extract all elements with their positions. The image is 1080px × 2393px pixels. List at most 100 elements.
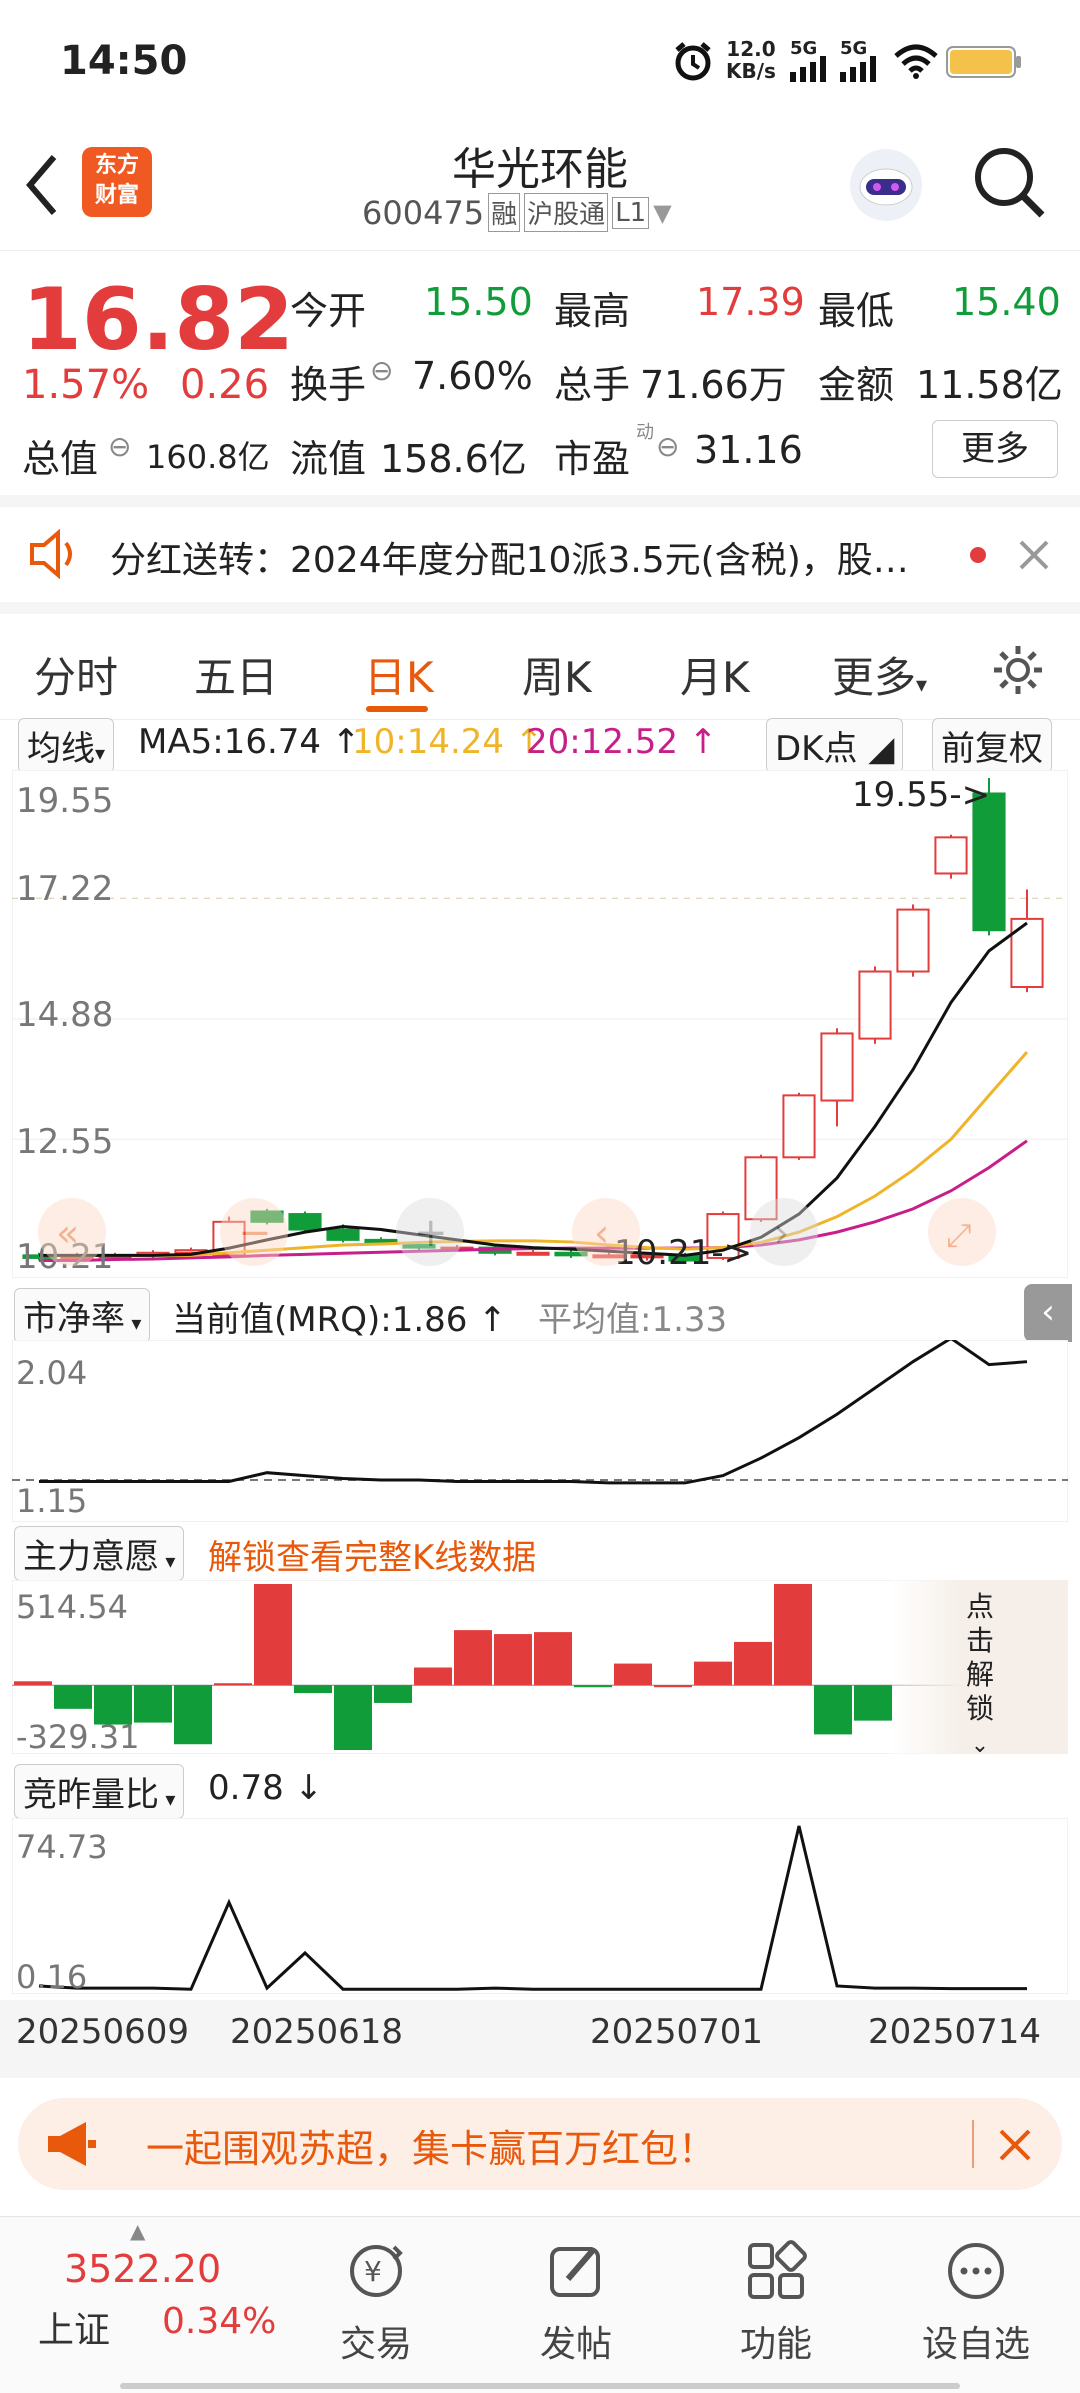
y-tick-label: 0.16 (16, 1958, 87, 1994)
flow-bar (414, 1667, 452, 1686)
volratio-chart[interactable]: 74.73 0.16 (12, 1818, 1068, 1994)
y-tick-label: 2.04 (16, 1354, 87, 1392)
open-label: 今开 (290, 289, 367, 333)
chevron-down-icon: ⌄ (970, 1733, 990, 1758)
y-tick-label: 14.88 (16, 995, 113, 1035)
amount-value: 11.58亿 (916, 363, 1063, 407)
megaphone-icon (48, 2122, 96, 2166)
divider (972, 2120, 974, 2168)
unread-dot (970, 547, 986, 563)
y-tick-label: 514.54 (16, 1588, 128, 1626)
flow-bar (574, 1685, 612, 1688)
nav-function[interactable]: 功能 (706, 2239, 846, 2367)
tab-five-day[interactable]: 五日 (194, 644, 278, 705)
ma20-value: 20:12.52 ↑ (526, 722, 718, 762)
ma5-value: MA5:16.74 ↑ (138, 722, 361, 762)
close-icon[interactable] (1018, 539, 1050, 571)
pb-indicator-select[interactable]: 市净率 ▾ (14, 1288, 151, 1343)
chevron-down-icon: ▼ (653, 198, 672, 227)
period-tabs: 分时 五日 日K 周K 月K 更多▾ (0, 602, 1080, 720)
flow-header: 主力意愿 ▾ 解锁查看完整K线数据 (14, 1526, 1074, 1581)
nav-trade[interactable]: ¥ 交易 (306, 2239, 446, 2367)
signal-icon-2 (840, 56, 876, 82)
nav-post-label: 发帖 (539, 2324, 612, 2365)
alarm-icon (675, 42, 711, 81)
change-pct: 1.57% (22, 362, 150, 408)
candle (858, 970, 892, 1040)
nav-watchlist-label: 设自选 (921, 2324, 1030, 2365)
svg-text:«: « (56, 1211, 79, 1255)
quote-panel: 16.82 1.57% 0.26 今开 15.50 最高 17.39 最低 15… (0, 250, 1080, 507)
margin-badge: 融 (488, 193, 521, 232)
search-icon[interactable] (972, 145, 1048, 221)
flow-bar (374, 1685, 412, 1703)
gear-icon[interactable] (990, 642, 1046, 698)
index-change: 0.34% (162, 2301, 277, 2342)
flow-bar (734, 1641, 772, 1686)
svg-text:+: + (414, 1210, 448, 1256)
low-label: 最低 (818, 289, 895, 333)
flow-bar (814, 1685, 852, 1735)
svg-text:−: − (238, 1210, 272, 1256)
robot-assistant-icon[interactable] (846, 145, 926, 225)
notice-bar[interactable]: 分红送转：2024年度分配10派3.5元(含税)，股… (0, 507, 1080, 602)
tab-weekly-k[interactable]: 周K (522, 644, 592, 705)
more-dots-icon (948, 2243, 1004, 2299)
y-tick-label: 74.73 (16, 1828, 108, 1866)
flow-bar (214, 1683, 252, 1686)
promo-banner[interactable]: 一起围观苏超，集卡赢百万红包！ (18, 2098, 1062, 2190)
volume-label: 总手 (554, 363, 631, 407)
nav-watchlist[interactable]: 设自选 (906, 2239, 1046, 2367)
dk-point-select[interactable]: DK点 ◢ (766, 718, 904, 773)
chevron-up-icon: ▲ (130, 2219, 146, 2243)
y-tick-label: 19.55 (16, 781, 113, 821)
pb-chart[interactable]: 2.04 1.15 (12, 1340, 1068, 1522)
flow-indicator-select[interactable]: 主力意愿 ▾ (14, 1526, 185, 1581)
stock-code-row[interactable]: 600475 融 沪股通 L1 ▼ (362, 193, 672, 232)
tab-more[interactable]: 更多▾ (832, 644, 927, 705)
tab-monthly-k[interactable]: 月K (680, 644, 750, 705)
high-marker: 19.55-> (852, 775, 990, 815)
pe-value: 31.16 (694, 428, 803, 472)
more-button[interactable]: 更多 (932, 420, 1058, 478)
unlock-link[interactable]: 解锁查看完整K线数据 (208, 1530, 536, 1579)
y-tick-label: -329.31 (16, 1718, 140, 1754)
change-amount: 0.26 (180, 362, 270, 408)
status-bar: 14:50 12.0 KB/s 5G 5G (0, 0, 1080, 125)
date-axis: 20250609 20250618 20250701 20250714 (0, 2000, 1080, 2078)
svg-text:‹: ‹ (594, 1211, 609, 1255)
edit-icon (550, 2247, 600, 2297)
close-icon[interactable] (998, 2128, 1032, 2162)
candle (782, 1094, 816, 1159)
flow-bar (614, 1663, 652, 1686)
volratio-value: 0.78 ↓ (208, 1768, 323, 1808)
kline-chart[interactable]: 19.55 17.22 14.88 12.55 10.21 19.55-> 10… (12, 770, 1068, 1278)
flow-bar (134, 1685, 172, 1723)
svg-text:›: › (774, 1211, 789, 1255)
level-badge: L1 (612, 196, 650, 229)
volume-value: 71.66万 (640, 363, 787, 407)
flow-bar (654, 1685, 692, 1688)
info-icon[interactable]: ⊖ (108, 430, 131, 463)
nav-post[interactable]: 发帖 (506, 2239, 646, 2367)
tab-daily-k[interactable]: 日K (364, 644, 434, 705)
status-time: 14:50 (60, 38, 188, 84)
flow-bar (294, 1685, 332, 1694)
info-icon[interactable]: ⊖ (656, 430, 679, 463)
date-label: 20250714 (868, 2012, 1042, 2052)
volratio-indicator-select[interactable]: 竞昨量比 ▾ (14, 1764, 185, 1819)
info-icon[interactable]: ⊖ (370, 354, 393, 387)
notice-text: 分红送转：2024年度分配10派3.5元(含税)，股… (110, 540, 909, 581)
ma10-value: 10:14.24 ↑ (352, 722, 544, 762)
tab-indicator (366, 706, 428, 712)
tab-intraday[interactable]: 分时 (34, 644, 118, 705)
open-value: 15.50 (424, 280, 533, 324)
index-ticker[interactable]: ▲ 3522.20 上证 0.34% (0, 2217, 300, 2393)
unlock-side-panel[interactable]: 点击解锁 ⌄ (892, 1580, 1068, 1758)
adjust-select[interactable]: 前复权 (932, 718, 1052, 773)
indicator-select[interactable]: 均线▾ (18, 718, 115, 773)
grid-icon (748, 2240, 807, 2299)
collapse-panel-icon[interactable]: ‹ (1024, 1284, 1072, 1342)
index-name: 上证 (38, 2310, 111, 2351)
flow-bar (14, 1681, 52, 1686)
